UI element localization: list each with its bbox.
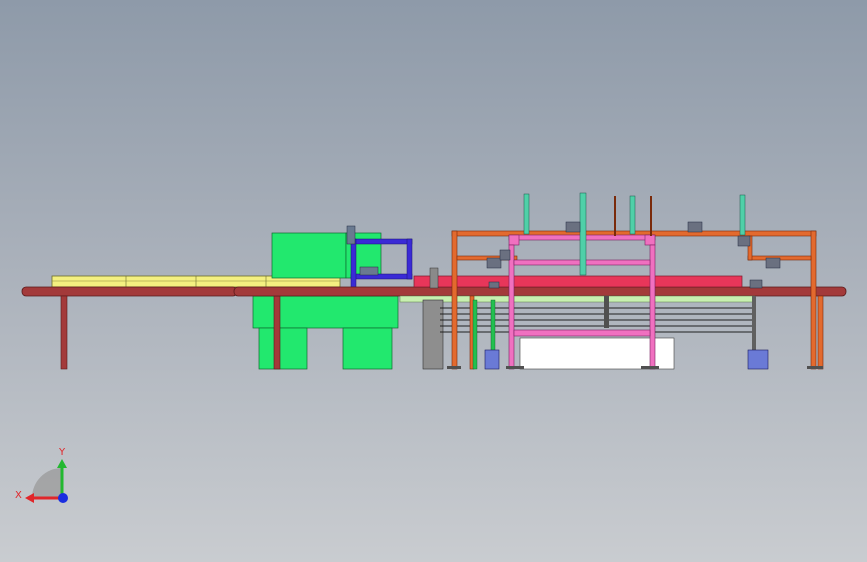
beam-left bbox=[21, 286, 238, 297]
guide-lines bbox=[440, 307, 756, 333]
green-machine bbox=[252, 232, 399, 370]
y-axis-label: Y bbox=[58, 447, 66, 458]
triad-quadrant bbox=[32, 468, 62, 498]
cad-viewport[interactable]: Y X bbox=[0, 0, 867, 562]
axis-triad: Y X bbox=[15, 447, 68, 503]
z-axis-dot bbox=[58, 493, 68, 503]
assembly-drawing: Y X bbox=[15, 192, 847, 503]
red-table bbox=[413, 275, 743, 288]
beam-main bbox=[233, 286, 847, 297]
support-leg bbox=[60, 295, 68, 370]
x-axis-label: X bbox=[15, 490, 22, 501]
